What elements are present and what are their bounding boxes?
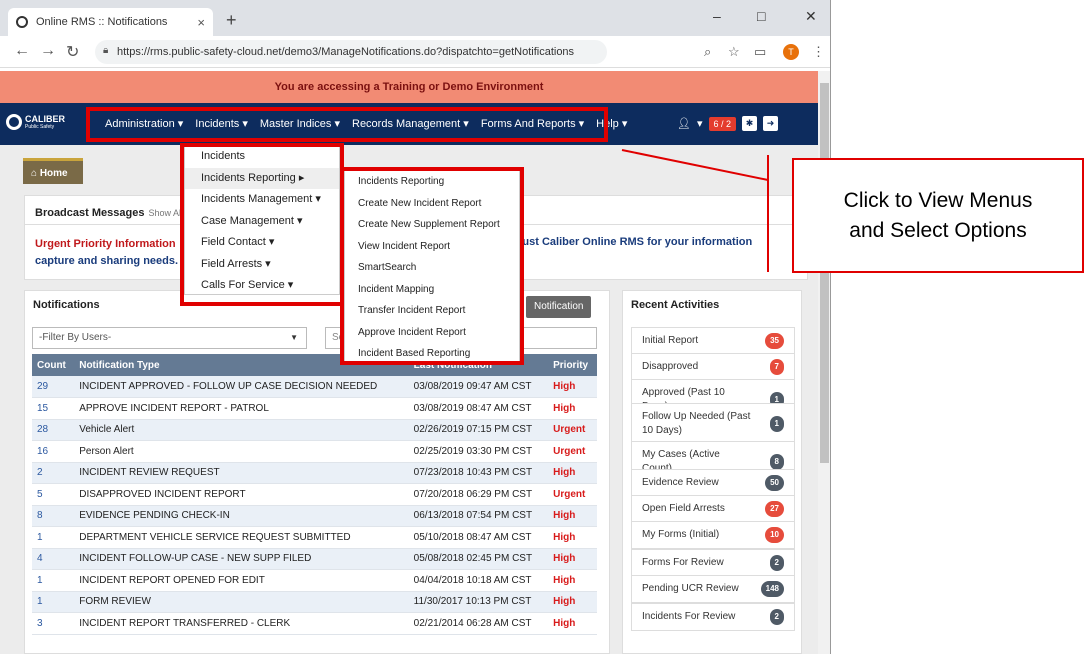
callout-annotation: Click to View Menus and Select Options xyxy=(792,158,1084,273)
callout-pointer-lines xyxy=(621,149,769,272)
